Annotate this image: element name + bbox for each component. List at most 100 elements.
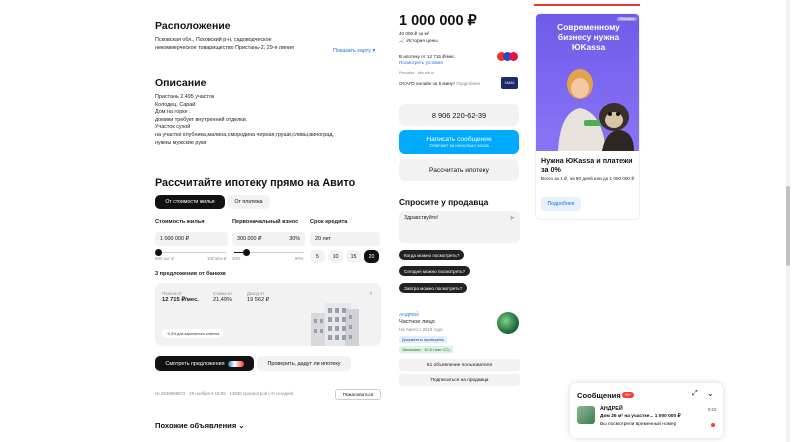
down-payment-percent: 30% [289, 236, 300, 242]
message-btn-sub: Отвечает за несколько часов [429, 143, 489, 148]
chevron-down-icon[interactable]: ⌄ [707, 389, 714, 398]
description-line: нужны мужские руки [155, 139, 207, 146]
write-message-button[interactable]: Написать сообщение Отвечает за несколько… [399, 130, 519, 154]
mortgage-conditions-link[interactable]: Посмотреть условия [399, 59, 443, 67]
term-option-15[interactable]: 15 [346, 250, 361, 263]
similar-ads-title[interactable]: Похожие объявления ⌄ [155, 421, 245, 430]
view-offers-button[interactable]: Смотреть предложения [155, 356, 254, 371]
price: 1 000 000 ₽ [399, 13, 477, 29]
show-map-link[interactable]: Показать карту ▾ [333, 48, 375, 56]
bank-logos-icon [227, 360, 244, 367]
address-line-2: некоммерческое товарищество Пристань-2, … [155, 45, 294, 51]
description-line: Участок сухой [155, 124, 191, 131]
ad-label: Реклама · alfa.vtb.ru [399, 71, 435, 75]
scrollbar-thumb[interactable] [786, 186, 790, 266]
osago-more: Подробнее [456, 81, 481, 86]
description-text: Пристань 2.495 участок Колодец. Сарай. Д… [155, 94, 334, 147]
osago-logo: ЗАКАЗ [501, 77, 518, 89]
description-line: на участке клубника,малина,смородина чер… [155, 131, 334, 138]
price-history-label: История цены [406, 39, 438, 44]
building-illustration [311, 303, 359, 346]
ad-banner[interactable]: Реклама Современному бизнесу нужна ЮKass… [535, 13, 640, 220]
offer-badge-text: −0,5% для зарплатного клиента [166, 331, 220, 336]
term-input[interactable]: 20 лет [310, 232, 380, 246]
check-mortgage-button[interactable]: Проверить, дадут ли ипотеку [257, 356, 351, 371]
price-max-label: 100 млн ₽ [207, 256, 227, 261]
osago-text: ОСАГО онлайн за 5 минут [399, 81, 456, 86]
address-line-1: Псковская обл., Псковский р-н, садоводче… [155, 37, 272, 43]
messages-badge: 99+ [622, 392, 635, 398]
offer-badge: −0,5% для зарплатного клиента [162, 329, 224, 338]
down-min-label: 20% [232, 256, 241, 261]
quick-question-chip[interactable]: Завтра можно посмотреть? [399, 283, 468, 293]
listing-meta: № 2949098072 · 25 ноября в 18:05 · 13930… [155, 391, 294, 396]
user-ads-button[interactable]: 61 объявление пользователя [399, 359, 520, 371]
location-title: Расположение [155, 20, 231, 32]
price-per-m2: 40 000 ₽ за м² [399, 31, 430, 36]
messages-title: Сообщения [577, 391, 621, 400]
bank-logos-icon [497, 52, 519, 61]
tab-from-payment[interactable]: От платежа [227, 195, 270, 209]
ask-seller-input[interactable]: Здравствуйте! ➤ [399, 211, 520, 243]
phone-button[interactable]: 8 906 220-62-39 [399, 104, 519, 126]
down-max-label: 90% [295, 256, 304, 261]
conversation-subject: Дом 25 м² на участке... 1 000 000 ₽ [600, 414, 681, 419]
conversation-preview: Вы посмотрели временный номер [600, 422, 677, 427]
expand-icon[interactable]: ⤢ [692, 390, 698, 398]
bank-offer-card[interactable]: Платеж от 12 715 ₽/мес. Ставка от 21,49%… [155, 283, 381, 346]
conversation-avatar [577, 406, 595, 424]
osago-line[interactable]: ОСАГО онлайн за 5 минут Подробнее [399, 80, 480, 88]
quick-question-chip[interactable]: Когда можно посмотреть? [399, 250, 465, 260]
income-value: 19 562 ₽ [247, 297, 270, 303]
chart-icon: 📈 [399, 39, 405, 44]
price-history-link[interactable]: 📈 История цены [399, 38, 438, 46]
chevron-right-icon[interactable]: › [370, 291, 372, 297]
description-title: Описание [155, 77, 207, 89]
price-slider-track [157, 252, 227, 253]
messages-widget[interactable]: Сообщения 99+ ⤢ ⌄ АНДРЕЙ 9:15 Дом 25 м² … [570, 383, 723, 438]
calc-mortgage-button[interactable]: Рассчитать ипотеку [399, 159, 519, 181]
term-option-5[interactable]: 5 [310, 250, 325, 263]
description-line: Пристань 2.495 участок [155, 94, 215, 100]
seller-since: На Авито с 2019 года [399, 327, 443, 332]
ad-badge: Реклама [616, 17, 637, 21]
down-slider-handle[interactable] [243, 249, 250, 256]
ask-seller-title: Спросите у продавца [399, 197, 489, 207]
ad-body: Всего за 1 ₽, на 90 дней или до 1 000 00… [541, 176, 635, 181]
price-min-label: 600 тыс ₽ [155, 256, 174, 261]
tab-from-price[interactable]: От стоимости жилья [155, 195, 225, 209]
ad-headline: Современному бизнесу нужна ЮKassa [557, 22, 620, 52]
payment-value: 12 715 ₽/мес. [162, 297, 199, 303]
ad-more-button[interactable]: Подробнее [541, 197, 581, 211]
term-option-10[interactable]: 10 [328, 250, 343, 263]
subscribe-button[interactable]: Подписаться на продавца [399, 374, 520, 386]
ask-seller-text: Здравствуйте! [404, 215, 439, 221]
rate-value: 21,49% [213, 297, 232, 303]
description-line: Дом на горке . [155, 109, 191, 116]
view-offers-label: Смотреть предложения [165, 360, 225, 367]
eco-badge: Экономия · 12,5 тонн CO₂ [399, 346, 454, 353]
label-term: Срок кредита [310, 219, 348, 225]
quick-question-chip[interactable]: Сегодня можно посмотреть? [399, 266, 471, 276]
offers-title: 3 предложения от банков [155, 271, 226, 277]
down-payment-value: 300 000 ₽ [237, 236, 262, 242]
send-icon[interactable]: ➤ [509, 214, 515, 222]
page-background [0, 0, 793, 442]
person-with-dog-illustration [558, 69, 634, 151]
term-option-20[interactable]: 20 [364, 250, 379, 263]
label-price: Стоимость жилья [155, 219, 205, 225]
avatar[interactable] [497, 312, 519, 334]
label-down-payment: Первоначальный взнос [232, 219, 299, 225]
docs-badge: Документы проверены [399, 336, 448, 343]
description-line: Колодец. Сарай. [155, 101, 197, 108]
conversation-time: 9:15 [708, 407, 717, 412]
down-payment-input[interactable]: 300 000 ₽ 30% [232, 232, 305, 246]
message-btn-label: Написать сообщение [426, 136, 492, 143]
mortgage-title: Рассчитайте ипотеку прямо на Авито [155, 177, 356, 189]
ad-title: Нужна ЮKassa и платежи за 0% [541, 156, 633, 174]
complain-button[interactable]: Пожаловаться [335, 389, 381, 400]
ad-image: Реклама Современному бизнесу нужна ЮKass… [536, 14, 639, 151]
price-input[interactable]: 1 000 000 ₽ [155, 232, 228, 246]
unread-dot [711, 423, 715, 427]
top-accent-bar [534, 4, 640, 6]
